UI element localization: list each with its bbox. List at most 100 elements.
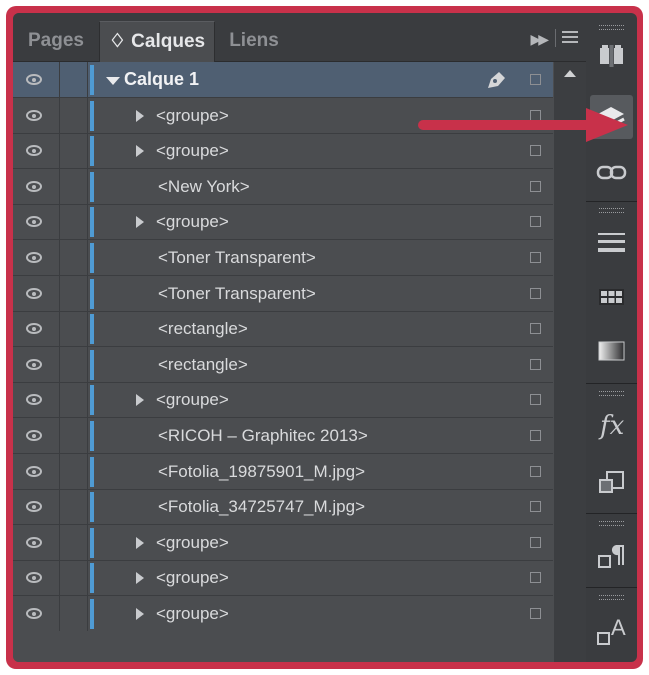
visibility-toggle[interactable]: [13, 168, 60, 204]
layer-color-swatch: [90, 207, 94, 238]
list-item[interactable]: <New York>: [13, 168, 553, 205]
collapse-triangle-icon[interactable]: [136, 394, 144, 407]
text-wrap-icon[interactable]: [590, 461, 633, 505]
visibility-toggle[interactable]: [13, 97, 60, 133]
visibility-toggle[interactable]: [13, 596, 60, 631]
lock-toggle[interactable]: [60, 311, 88, 347]
tab-pages[interactable]: Pages: [13, 21, 99, 61]
swatches-icon[interactable]: [590, 275, 633, 319]
tab-liens[interactable]: Liens: [215, 21, 293, 61]
lock-toggle[interactable]: [60, 133, 88, 169]
collapse-triangle-icon[interactable]: [136, 608, 144, 620]
list-item[interactable]: <rectangle>: [13, 346, 553, 383]
visibility-toggle[interactable]: [13, 560, 60, 596]
list-item[interactable]: <groupe>: [13, 204, 553, 241]
selection-square-icon[interactable]: [530, 323, 541, 335]
visibility-toggle[interactable]: [13, 346, 60, 382]
list-item[interactable]: <RICOH – Graphitec 2013>: [13, 418, 553, 454]
collapse-triangle-icon[interactable]: [136, 145, 144, 158]
lock-toggle[interactable]: [60, 382, 88, 418]
list-item[interactable]: <Toner Transparent>: [13, 240, 553, 276]
visibility-toggle[interactable]: [13, 489, 60, 525]
links-icon[interactable]: [590, 151, 633, 195]
dock-grip[interactable]: [599, 595, 624, 600]
selection-square-icon[interactable]: [530, 180, 541, 192]
dock-grip[interactable]: [599, 208, 624, 213]
eye-icon: [26, 358, 42, 370]
lock-toggle[interactable]: [60, 418, 88, 453]
dock-grip[interactable]: [599, 25, 624, 30]
effects-icon[interactable]: fx: [590, 405, 633, 449]
layer-color-swatch: [90, 456, 94, 487]
character-styles-icon[interactable]: A: [590, 611, 633, 655]
list-item[interactable]: <groupe>: [13, 382, 553, 419]
paragraph-styles-icon[interactable]: [590, 535, 633, 579]
selection-square-icon[interactable]: [530, 536, 541, 548]
visibility-toggle[interactable]: [13, 62, 60, 97]
list-item[interactable]: <groupe>: [13, 524, 553, 561]
visibility-toggle[interactable]: [13, 311, 60, 347]
list-item[interactable]: <rectangle>: [13, 311, 553, 348]
lock-toggle[interactable]: [60, 560, 88, 596]
visibility-toggle[interactable]: [13, 133, 60, 169]
lock-toggle[interactable]: [60, 204, 88, 240]
stroke-icon[interactable]: [590, 221, 633, 265]
collapse-triangle-icon[interactable]: [136, 109, 144, 122]
visibility-toggle[interactable]: [13, 275, 60, 311]
layer-label: <New York>: [158, 176, 250, 196]
selection-square-icon[interactable]: [530, 465, 541, 477]
layer-row[interactable]: Calque 1: [13, 62, 553, 98]
dock-grip[interactable]: [599, 391, 624, 396]
selection-square-icon[interactable]: [530, 145, 541, 157]
collapse-triangle-icon[interactable]: [136, 536, 144, 549]
lock-toggle[interactable]: [60, 97, 88, 133]
list-item[interactable]: <Toner Transparent>: [13, 275, 553, 312]
layer-label: <Toner Transparent>: [158, 283, 316, 303]
visibility-toggle[interactable]: [13, 418, 60, 453]
selection-square-icon[interactable]: [530, 572, 541, 584]
visibility-toggle[interactable]: [13, 204, 60, 240]
lock-toggle[interactable]: [60, 453, 88, 489]
lock-toggle[interactable]: [60, 524, 88, 560]
selection-square-icon[interactable]: [530, 394, 541, 406]
visibility-toggle[interactable]: [13, 240, 60, 275]
eye-icon: [26, 109, 42, 121]
lock-toggle[interactable]: [60, 275, 88, 311]
dock-grip[interactable]: [599, 521, 624, 526]
list-item[interactable]: <groupe>: [13, 596, 553, 632]
visibility-toggle[interactable]: [13, 453, 60, 489]
lock-toggle[interactable]: [60, 489, 88, 525]
scrollbar[interactable]: [554, 62, 586, 662]
list-item[interactable]: <Fotolia_19875901_M.jpg>: [13, 453, 553, 490]
lock-toggle[interactable]: [60, 62, 88, 97]
lock-toggle[interactable]: [60, 596, 88, 631]
list-item[interactable]: <groupe>: [13, 560, 553, 597]
lock-toggle[interactable]: [60, 240, 88, 275]
selection-square-icon[interactable]: [530, 608, 541, 619]
selection-square-icon[interactable]: [530, 74, 541, 85]
selection-square-icon[interactable]: [530, 252, 541, 263]
visibility-toggle[interactable]: [13, 382, 60, 418]
panel-menu-icon[interactable]: [562, 31, 578, 45]
layer-color-swatch: [90, 563, 94, 594]
selection-square-icon[interactable]: [530, 501, 541, 513]
selection-square-icon[interactable]: [530, 287, 541, 299]
tab-calques[interactable]: ♢ Calques: [99, 21, 215, 62]
expand-triangle-icon[interactable]: [106, 77, 120, 85]
lock-toggle[interactable]: [60, 168, 88, 204]
list-item[interactable]: <Fotolia_34725747_M.jpg>: [13, 489, 553, 526]
collapse-triangle-icon[interactable]: [136, 572, 144, 585]
eye-icon: [26, 430, 42, 441]
pages-icon[interactable]: [590, 33, 633, 77]
scroll-up-arrow-icon[interactable]: [564, 70, 576, 77]
visibility-toggle[interactable]: [13, 524, 60, 560]
double-chevron-icon[interactable]: ▶▶: [530, 31, 548, 48]
selection-square-icon[interactable]: [530, 358, 541, 370]
layer-color-swatch: [90, 100, 94, 131]
lock-toggle[interactable]: [60, 346, 88, 382]
selection-square-icon[interactable]: [530, 216, 541, 228]
collapse-triangle-icon[interactable]: [136, 216, 144, 229]
layer-color-swatch: [90, 527, 94, 558]
gradient-icon[interactable]: [590, 329, 633, 373]
selection-square-icon[interactable]: [530, 430, 541, 441]
